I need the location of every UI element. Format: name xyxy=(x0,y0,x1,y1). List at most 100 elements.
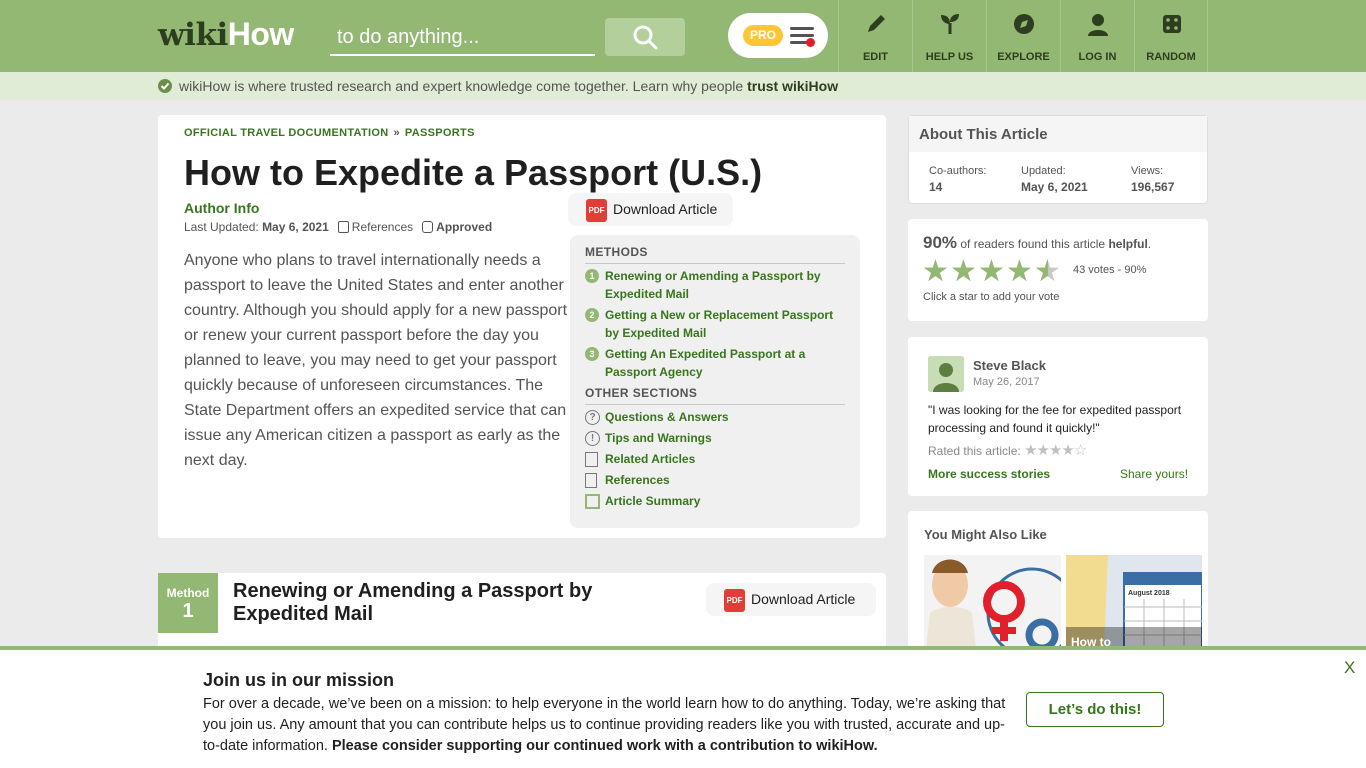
toc-tips-warnings[interactable]: ! Tips and Warnings xyxy=(585,429,850,447)
related-thumbnail[interactable]: August 2018 How to xyxy=(1066,555,1202,648)
toc-other-label: Related Articles xyxy=(605,452,696,466)
updated-stat: Updated: May 6, 2021 xyxy=(1021,165,1088,194)
references-icon xyxy=(337,221,349,233)
nav-edit[interactable]: EDIT xyxy=(838,0,912,72)
toc-other-label: Article Summary xyxy=(605,494,701,508)
star-filled-icon: ★ xyxy=(1036,442,1050,459)
nav-explore-label: EXPLORE xyxy=(997,51,1050,63)
toc-method-1[interactable]: 1 Renewing or Amending a Passport by Exp… xyxy=(585,267,850,303)
table-of-contents: METHODS 1 Renewing or Amending a Passpor… xyxy=(570,235,860,528)
toc-other-heading: OTHER SECTIONS xyxy=(585,386,698,400)
toc-method-2[interactable]: 2 Getting a New or Replacement Passport … xyxy=(585,306,850,342)
related-thumbnail[interactable] xyxy=(924,555,1061,648)
avatar xyxy=(928,356,964,392)
star-filled-icon: ★ xyxy=(1048,442,1062,459)
star-filled-icon: ★ xyxy=(950,257,977,287)
method-number: 1 xyxy=(182,600,194,622)
nav-edit-label: EDIT xyxy=(862,51,889,63)
nav-explore[interactable]: EXPLORE xyxy=(986,0,1060,72)
rating-stars[interactable]: ★ ★ ★ ★ ★ ★ ★ ★ ★ ★ xyxy=(922,257,1072,287)
rating-star[interactable]: ★ ★ xyxy=(1006,257,1034,287)
toc-other-label: Questions & Answers xyxy=(605,410,729,424)
method-number-badge: 1 xyxy=(585,269,599,283)
method-download-article-button[interactable]: PDF Download Article xyxy=(706,583,876,616)
nav-help-us-label: HELP US xyxy=(925,51,974,63)
toc-divider xyxy=(585,404,845,405)
search-input[interactable] xyxy=(330,20,595,56)
vote-hint: Click a star to add your vote xyxy=(923,291,1060,303)
updated-value: May 6, 2021 xyxy=(1021,180,1088,194)
method-number-badge: 2 xyxy=(585,308,599,322)
rating-star[interactable]: ★ ★ xyxy=(950,257,978,287)
star-filled-icon: ★ xyxy=(1024,442,1037,459)
author-info-link[interactable]: Author Info xyxy=(184,200,259,216)
helpful-percentage: 90% of readers found this article helpfu… xyxy=(923,233,1152,252)
rating-star[interactable]: ★ ★ xyxy=(1034,257,1062,287)
share-yours-link[interactable]: Share yours! xyxy=(1120,467,1188,481)
search-icon xyxy=(633,25,658,50)
trust-wikihow-link[interactable]: trust wikiHow xyxy=(747,78,838,94)
toc-article-summary[interactable]: Article Summary xyxy=(585,492,850,510)
search-button[interactable] xyxy=(605,18,685,56)
approved-check-icon xyxy=(422,221,434,233)
pro-badge: PRO xyxy=(743,25,783,46)
svg-text:August 2018: August 2018 xyxy=(1128,590,1170,597)
toc-method-3[interactable]: 3 Getting An Expedited Passport at a Pas… xyxy=(585,345,850,381)
breadcrumb-item-travel-docs[interactable]: OFFICIAL TRAVEL DOCUMENTATION xyxy=(184,127,388,139)
toc-method-1-label: Renewing or Amending a Passport by Exped… xyxy=(605,269,821,301)
star-filled-icon: ★ xyxy=(922,257,949,287)
lets-do-this-button[interactable]: Let’s do this! xyxy=(1026,692,1164,727)
compass-icon xyxy=(1014,14,1034,34)
reviewer-name: Steve Black xyxy=(973,358,1046,373)
question-icon: ? xyxy=(585,410,600,425)
breadcrumb: OFFICIAL TRAVEL DOCUMENTATION » PASSPORTS xyxy=(184,127,475,139)
breadcrumb-item-passports[interactable]: PASSPORTS xyxy=(405,127,475,139)
bookmark-icon xyxy=(585,473,597,488)
approved-label: Approved xyxy=(436,220,493,234)
review-stars: ★★★★☆ xyxy=(1024,442,1087,459)
coauthors-stat: Co-authors: 14 xyxy=(929,165,987,194)
references-link[interactable]: References xyxy=(352,220,413,234)
toc-divider xyxy=(585,263,845,264)
rating-star[interactable]: ★ ★ xyxy=(922,257,950,287)
close-icon[interactable]: X xyxy=(1344,658,1355,678)
summary-icon xyxy=(585,494,600,509)
pdf-icon: PDF xyxy=(724,589,745,612)
review-rating: Rated this article: ★★★★☆ xyxy=(928,442,1087,459)
pencil-icon xyxy=(868,15,885,32)
page-title: How to Expedite a Passport (U.S.) xyxy=(184,152,763,193)
document-icon xyxy=(585,452,598,467)
nav-log-in-label: LOG IN xyxy=(1078,51,1117,63)
vote-count: 43 votes - 90% xyxy=(1073,264,1147,276)
method-number-badge: 3 xyxy=(585,347,599,361)
star-empty-icon: ☆ xyxy=(1073,442,1087,459)
toc-related-articles[interactable]: Related Articles xyxy=(585,450,850,468)
review-quote: "I was looking for the fee for expedited… xyxy=(928,403,1182,435)
toc-references[interactable]: References xyxy=(585,471,850,489)
toc-other-label: Tips and Warnings xyxy=(605,431,712,445)
you-might-also-like-title: You Might Also Like xyxy=(924,527,1047,542)
download-article-button[interactable]: PDF Download Article xyxy=(568,193,733,226)
nav-help-us[interactable]: HELP US xyxy=(912,0,986,72)
method-1-tab: Method 1 xyxy=(158,573,218,633)
last-updated-date: May 6, 2021 xyxy=(262,220,329,234)
rating-star[interactable]: ★ ★ xyxy=(978,257,1006,287)
method-label: Method xyxy=(166,586,210,600)
nav-random[interactable]: RANDOM xyxy=(1134,0,1208,72)
coauthors-value: 14 xyxy=(929,180,943,194)
nav-log-in[interactable]: LOG IN xyxy=(1060,0,1134,72)
more-success-stories-link[interactable]: More success stories xyxy=(928,467,1050,481)
pro-menu-button[interactable]: PRO xyxy=(728,13,828,58)
views-value: 196,567 xyxy=(1131,180,1175,194)
trust-bar: wikiHow is where trusted research and ex… xyxy=(0,72,1366,100)
check-circle-icon xyxy=(158,79,172,93)
star-filled-icon: ★ xyxy=(1034,257,1048,287)
banner-title: Join us in our mission xyxy=(203,670,395,690)
article-intro-text: Anyone who plans to travel international… xyxy=(184,252,568,469)
toc-questions-answers[interactable]: ? Questions & Answers xyxy=(585,408,850,426)
toc-methods-heading: METHODS xyxy=(585,245,648,259)
article-meta: Last Updated: May 6, 2021 References Appro… xyxy=(184,220,493,234)
nav-random-label: RANDOM xyxy=(1146,51,1196,63)
star-filled-icon: ★ xyxy=(1061,442,1074,459)
wikihow-logo[interactable]: wikiHow xyxy=(158,16,294,53)
